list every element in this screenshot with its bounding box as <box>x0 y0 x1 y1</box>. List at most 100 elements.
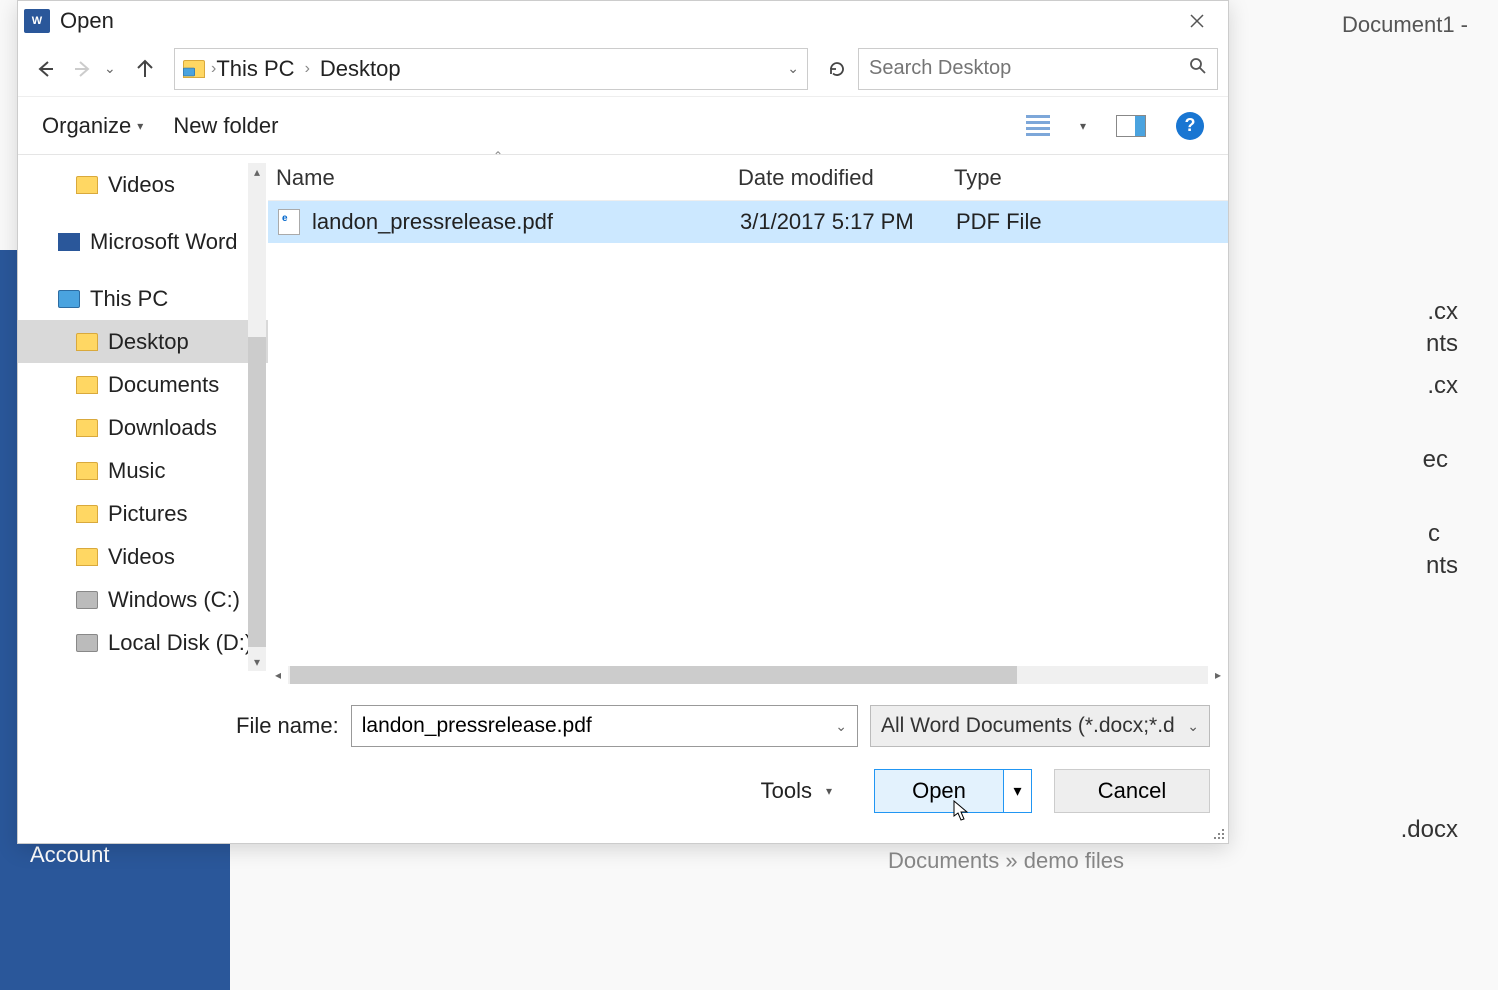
tools-button[interactable]: Tools ▾ <box>761 778 832 804</box>
recent-doc-fragment: ec <box>1423 446 1448 474</box>
scroll-right-button[interactable]: ▸ <box>1208 665 1228 685</box>
nav-history-dropdown[interactable]: ⌄ <box>104 60 124 77</box>
tree-item-label: Downloads <box>108 415 217 441</box>
folder-icon <box>76 505 98 523</box>
column-headers: Name Date modified Type <box>268 155 1228 201</box>
scroll-left-button[interactable]: ◂ <box>268 665 288 685</box>
word-icon <box>58 233 80 251</box>
filetype-value: All Word Documents (*.docx;*.d <box>881 714 1175 738</box>
drive-icon <box>76 591 98 609</box>
organize-button[interactable]: Organize ▾ <box>42 113 143 139</box>
dialog-titlebar: W Open <box>18 1 1228 41</box>
filename-label: File name: <box>236 713 339 739</box>
tree-item-label: Local Disk (D:) <box>108 630 252 656</box>
chevron-down-icon: ▾ <box>137 119 143 133</box>
tree-item-this-pc[interactable]: This PC <box>18 277 268 320</box>
recent-doc-fragment: c <box>1428 520 1440 548</box>
refresh-button[interactable] <box>820 52 854 86</box>
recent-doc-fragment: .cx <box>1427 298 1458 326</box>
file-name: landon_pressrelease.pdf <box>312 209 740 235</box>
tree-item-label: Videos <box>108 172 175 198</box>
tree-item-videos-2[interactable]: Videos <box>18 535 268 578</box>
chevron-right-icon: › <box>305 60 310 78</box>
tree-item-videos[interactable]: Videos <box>18 163 268 206</box>
recent-doc-fragment: nts <box>1426 552 1458 580</box>
chevron-down-icon[interactable]: ▾ <box>1080 119 1086 133</box>
folder-icon <box>76 376 98 394</box>
column-header-name[interactable]: Name <box>268 165 738 191</box>
open-split-button: Open ▾ <box>874 769 1032 813</box>
file-row[interactable]: landon_pressrelease.pdf 3/1/2017 5:17 PM… <box>268 201 1228 243</box>
scroll-thumb[interactable] <box>290 666 1017 684</box>
scroll-down-button[interactable]: ▾ <box>248 653 266 671</box>
chevron-down-icon[interactable]: ⌄ <box>835 718 847 735</box>
tree-item-label: Videos <box>108 544 175 570</box>
tree-item-downloads[interactable]: Downloads <box>18 406 268 449</box>
column-header-date[interactable]: Date modified <box>738 165 954 191</box>
file-type: PDF File <box>956 209 1228 235</box>
file-list-pane: ⌃ Name Date modified Type landon_pressre… <box>268 155 1228 685</box>
pc-icon <box>58 290 80 308</box>
open-button[interactable]: Open <box>875 770 1003 812</box>
breadcrumb-segment[interactable]: Desktop <box>320 56 401 82</box>
folder-icon <box>76 333 98 351</box>
tree-item-label: Music <box>108 458 165 484</box>
scroll-up-button[interactable]: ▴ <box>248 163 266 181</box>
folder-icon <box>76 462 98 480</box>
close-button[interactable] <box>1172 6 1222 36</box>
tree-item-label: This PC <box>90 286 168 312</box>
sort-indicator-icon: ⌃ <box>493 149 503 163</box>
navigation-tree: Videos Microsoft Word This PC Desktop Do… <box>18 155 268 685</box>
file-horizontal-scrollbar[interactable]: ◂ ▸ <box>268 665 1228 685</box>
open-dropdown-button[interactable]: ▾ <box>1003 770 1031 812</box>
filetype-combo[interactable]: All Word Documents (*.docx;*.d ⌄ <box>870 705 1210 747</box>
preview-pane-button[interactable] <box>1116 115 1146 137</box>
search-icon[interactable] <box>1189 57 1207 80</box>
file-date: 3/1/2017 5:17 PM <box>740 209 956 235</box>
view-options-button[interactable] <box>1026 115 1050 137</box>
search-input[interactable] <box>869 57 1189 80</box>
tree-item-label: Pictures <box>108 501 187 527</box>
chevron-down-icon[interactable]: ⌄ <box>1187 718 1199 735</box>
tree-item-pictures[interactable]: Pictures <box>18 492 268 535</box>
address-dropdown[interactable]: ⌄ <box>787 60 799 77</box>
recent-doc-path: Documents » demo files <box>888 848 1124 874</box>
word-window-title: Document1 - <box>1342 12 1468 38</box>
pc-overlay-icon <box>183 67 195 75</box>
tree-item-microsoft-word[interactable]: Microsoft Word <box>18 220 268 263</box>
help-button[interactable]: ? <box>1176 112 1204 140</box>
resize-grip[interactable] <box>1210 825 1224 839</box>
open-file-dialog: W Open ⌄ › This PC › Desktop ⌄ <box>17 0 1229 844</box>
tree-item-label: Documents <box>108 372 219 398</box>
pdf-file-icon <box>278 209 300 235</box>
tree-item-drive-d[interactable]: Local Disk (D:) <box>18 621 268 664</box>
arrow-up-icon <box>135 59 155 79</box>
nav-forward-button[interactable] <box>66 52 100 86</box>
tree-item-music[interactable]: Music <box>18 449 268 492</box>
nav-up-button[interactable] <box>128 52 162 86</box>
dialog-title: Open <box>60 8 1172 34</box>
column-header-type[interactable]: Type <box>954 165 1228 191</box>
dialog-footer: File name: landon_pressrelease.pdf ⌄ All… <box>18 685 1228 827</box>
nav-back-button[interactable] <box>28 52 62 86</box>
tree-item-drive-c[interactable]: Windows (C:) <box>18 578 268 621</box>
search-box[interactable] <box>858 48 1218 90</box>
recent-doc-fragment: .docx <box>1401 816 1458 844</box>
filename-combo[interactable]: landon_pressrelease.pdf ⌄ <box>351 705 858 747</box>
scroll-thumb[interactable] <box>248 337 266 647</box>
tools-label: Tools <box>761 778 812 804</box>
recent-doc-fragment: .cx <box>1427 372 1458 400</box>
filename-value: landon_pressrelease.pdf <box>362 714 592 738</box>
navigation-bar: ⌄ › This PC › Desktop ⌄ <box>18 41 1228 97</box>
tree-scrollbar[interactable]: ▴ ▾ <box>248 163 266 671</box>
backstage-account-link[interactable]: Account <box>30 842 110 868</box>
tree-item-desktop[interactable]: Desktop <box>18 320 268 363</box>
drive-icon <box>76 634 98 652</box>
cancel-button[interactable]: Cancel <box>1054 769 1210 813</box>
organize-label: Organize <box>42 113 131 139</box>
new-folder-button[interactable]: New folder <box>173 113 278 139</box>
chevron-down-icon: ▾ <box>826 784 832 798</box>
breadcrumb-segment[interactable]: This PC <box>216 56 294 82</box>
address-bar[interactable]: › This PC › Desktop ⌄ <box>174 48 808 90</box>
tree-item-documents[interactable]: Documents <box>18 363 268 406</box>
